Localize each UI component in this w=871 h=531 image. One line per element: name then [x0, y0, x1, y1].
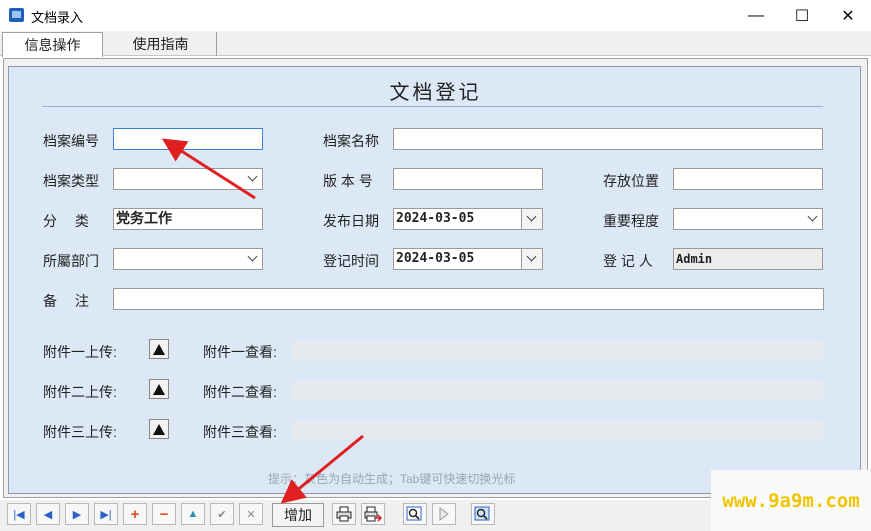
- archive-type-select[interactable]: [113, 168, 263, 190]
- edit-record-button[interactable]: ▲: [181, 503, 205, 525]
- chevron-down-icon: [247, 171, 258, 182]
- title-bar: 文档录入 — ☐ ✕: [0, 0, 871, 31]
- printer-icon: [336, 506, 352, 522]
- attachment-3-view-label: 附件三查看:: [203, 424, 277, 440]
- minimize-button[interactable]: —: [733, 0, 779, 31]
- chevron-down-icon: [807, 211, 818, 222]
- close-button[interactable]: ✕: [825, 0, 871, 31]
- prev-record-button[interactable]: ◀: [36, 503, 60, 525]
- printer-export-icon: [364, 506, 382, 522]
- remark-input[interactable]: [113, 288, 824, 310]
- form-title: 文档登记: [389, 82, 482, 104]
- tab-bar: 信息操作 使用指南: [0, 31, 871, 57]
- archive-name-label: 档案名称: [323, 133, 379, 149]
- prev-icon: ◀: [43, 508, 53, 521]
- watermark-logo: www.9a9m.com: [711, 470, 871, 531]
- register-time-label: 登记时间: [323, 253, 379, 269]
- version-label: 版 本 号: [323, 173, 373, 189]
- publish-date-picker[interactable]: 2024-03-05: [393, 208, 543, 230]
- watermark-text: www.9a9m.com: [722, 489, 860, 512]
- attachment-2-view-label: 附件二查看:: [203, 384, 277, 400]
- upload-icon: [153, 343, 165, 355]
- delete-record-button[interactable]: −: [152, 503, 176, 525]
- register-time-picker[interactable]: 2024-03-05: [393, 248, 543, 270]
- confirm-button[interactable]: ✔: [210, 503, 234, 525]
- print-button[interactable]: [332, 503, 356, 525]
- chevron-down-icon: [526, 251, 537, 262]
- next-record-button[interactable]: ▶: [65, 503, 89, 525]
- attachment-1-upload-label: 附件一上传:: [43, 344, 117, 360]
- attachment-3-view-link[interactable]: [292, 421, 823, 439]
- cancel-button[interactable]: ✕: [239, 503, 263, 525]
- attachment-1-view-label: 附件一查看:: [203, 344, 277, 360]
- up-triangle-icon: ▲: [187, 508, 199, 520]
- category-label: 分 类: [43, 213, 89, 229]
- chevron-down-icon: [526, 211, 537, 222]
- publish-date-value: 2024-03-05: [396, 211, 475, 226]
- minus-icon: −: [159, 505, 169, 523]
- title-divider: [42, 106, 823, 107]
- tab-user-guide[interactable]: 使用指南: [105, 32, 217, 56]
- register-time-value: 2024-03-05: [396, 251, 475, 266]
- archive-name-input[interactable]: [393, 128, 823, 150]
- last-icon: ▶|: [100, 508, 112, 521]
- category-input[interactable]: 党务工作: [113, 208, 263, 230]
- print-export-button[interactable]: [361, 503, 385, 525]
- plus-icon: +: [130, 505, 140, 523]
- add-button[interactable]: 增加: [272, 503, 324, 527]
- first-icon: |◀: [13, 508, 25, 521]
- preview-icon: [406, 506, 422, 521]
- importance-label: 重要程度: [603, 213, 659, 229]
- location-label: 存放位置: [603, 173, 659, 189]
- first-record-button[interactable]: |◀: [7, 503, 31, 525]
- next-icon: ▶: [72, 508, 82, 521]
- register-time-dropdown[interactable]: [521, 249, 542, 269]
- registrant-input: Admin: [673, 248, 823, 270]
- importance-select[interactable]: [673, 208, 823, 230]
- search-button[interactable]: [471, 503, 495, 525]
- upload-icon: [153, 423, 165, 435]
- check-icon: ✔: [217, 508, 227, 521]
- add-record-button[interactable]: +: [123, 503, 147, 525]
- registrant-label: 登 记 人: [603, 253, 653, 269]
- search-icon: [474, 506, 490, 521]
- hint-text: 提示：灰色为自动生成；Tab键可快速切换光标: [268, 472, 516, 486]
- attachment-1-view-link[interactable]: [292, 341, 823, 359]
- last-record-button[interactable]: ▶|: [94, 503, 118, 525]
- app-icon: [9, 8, 24, 22]
- upload-icon: [153, 383, 165, 395]
- play-button[interactable]: [432, 503, 456, 525]
- department-select[interactable]: [113, 248, 263, 270]
- maximize-button[interactable]: ☐: [779, 0, 825, 31]
- publish-date-label: 发布日期: [323, 213, 379, 229]
- attachment-3-upload-label: 附件三上传:: [43, 424, 117, 440]
- attachment-3-upload-button[interactable]: [149, 419, 169, 439]
- cross-icon: ✕: [246, 508, 256, 521]
- attachment-1-upload-button[interactable]: [149, 339, 169, 359]
- location-input[interactable]: [673, 168, 823, 190]
- department-label: 所屬部门: [43, 253, 99, 269]
- preview-button[interactable]: [403, 503, 427, 525]
- tab-info-operation[interactable]: 信息操作: [2, 32, 103, 57]
- attachment-2-upload-button[interactable]: [149, 379, 169, 399]
- play-icon: [439, 507, 449, 521]
- version-input[interactable]: [393, 168, 543, 190]
- chevron-down-icon: [247, 251, 258, 262]
- archive-type-label: 档案类型: [43, 173, 99, 189]
- attachment-2-upload-label: 附件二上传:: [43, 384, 117, 400]
- remark-label: 备 注: [43, 293, 89, 309]
- archive-no-input[interactable]: [113, 128, 263, 150]
- archive-no-label: 档案编号: [43, 133, 99, 149]
- publish-date-dropdown[interactable]: [521, 209, 542, 229]
- window-title: 文档录入: [31, 10, 84, 25]
- attachment-2-view-link[interactable]: [292, 381, 823, 399]
